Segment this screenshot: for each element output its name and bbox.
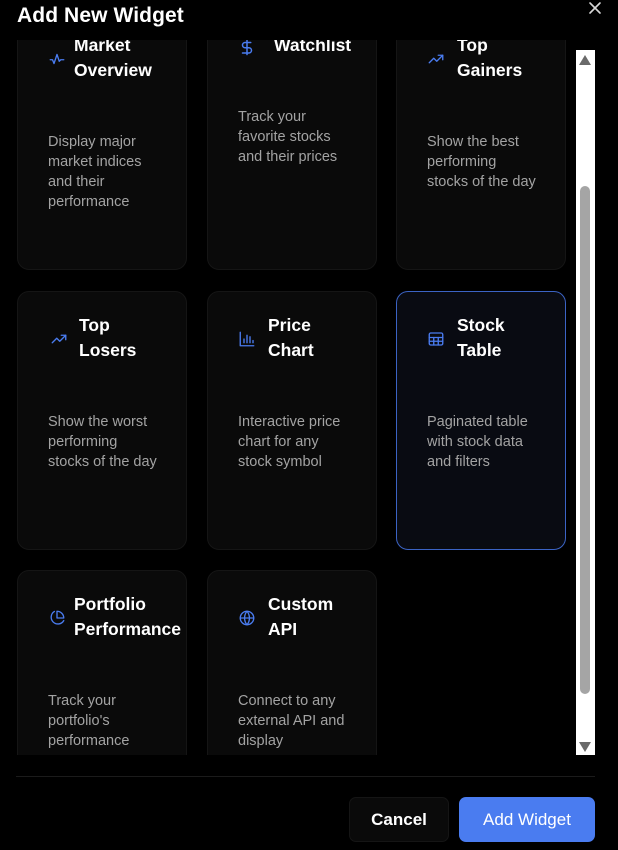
widget-title: Top Gainers: [457, 40, 523, 80]
table-icon: [427, 330, 445, 348]
widget-card-top-losers[interactable]: Top Losers Show the worst performing sto…: [17, 291, 187, 550]
trending-up-icon: [50, 330, 68, 348]
widget-title: Price Chart: [268, 315, 314, 360]
dialog-title: Add New Widget: [17, 4, 184, 27]
cancel-button[interactable]: Cancel: [349, 797, 449, 842]
widget-grid: Market Overview Display major market ind…: [0, 40, 576, 755]
widget-title: Watchlist: [274, 40, 352, 55]
add-widget-dialog: Add New Widget Market Overview Display m…: [0, 0, 618, 850]
widget-card-portfolio-performance[interactable]: Portfolio Performance Track your portfol…: [17, 570, 187, 755]
widget-title: Stock Table: [457, 315, 505, 360]
footer-divider: [16, 776, 595, 777]
widget-description: Connect to any external API and display: [238, 693, 345, 749]
pie-chart-icon: [48, 609, 66, 627]
widget-description: Interactive price chart for any stock sy…: [238, 414, 341, 470]
widget-description: Track your favorite stocks and their pri…: [238, 109, 338, 165]
vertical-scrollbar[interactable]: [576, 50, 595, 755]
widget-card-watchlist[interactable]: Watchlist Track your favorite stocks and…: [207, 40, 377, 270]
widget-description: Track your portfolio's performance: [48, 693, 130, 749]
close-button[interactable]: [585, 0, 605, 19]
trending-up-icon: [427, 50, 445, 68]
scroll-thumb[interactable]: [580, 186, 590, 694]
widget-title: Portfolio Performance: [74, 594, 181, 639]
scroll-down-arrow-icon[interactable]: [579, 742, 591, 752]
dollar-icon: [238, 40, 256, 56]
scroll-up-arrow-icon[interactable]: [579, 55, 591, 65]
widget-card-stock-table[interactable]: Stock Table Paginated table with stock d…: [396, 291, 566, 550]
activity-icon: [48, 50, 66, 68]
widget-card-custom-api[interactable]: Custom API Connect to any external API a…: [207, 570, 377, 755]
bar-chart-icon: [238, 330, 256, 348]
widget-card-price-chart[interactable]: Price Chart Interactive price chart for …: [207, 291, 377, 550]
add-widget-button[interactable]: Add Widget: [459, 797, 595, 842]
widget-card-top-gainers[interactable]: Top Gainers Show the best performing sto…: [396, 40, 566, 270]
widget-title: Market Overview: [74, 40, 152, 80]
widget-description: Display major market indices and their p…: [48, 134, 142, 210]
close-icon: [589, 2, 601, 14]
widget-description: Paginated table with stock data and filt…: [427, 414, 528, 470]
widget-description: Show the best performing stocks of the d…: [427, 134, 536, 190]
widget-description: Show the worst performing stocks of the …: [48, 414, 157, 470]
widget-card-market-overview[interactable]: Market Overview Display major market ind…: [17, 40, 187, 270]
globe-icon: [238, 609, 256, 627]
widget-title: Top Losers: [79, 315, 137, 360]
widget-title: Custom API: [268, 594, 334, 639]
